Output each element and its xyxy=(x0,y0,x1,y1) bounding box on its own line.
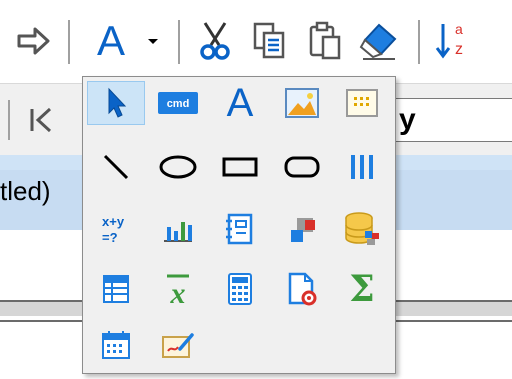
paste-button[interactable] xyxy=(300,16,350,66)
palette-item-shape[interactable] xyxy=(273,207,331,251)
rectangle-icon xyxy=(222,157,258,177)
signature-icon xyxy=(162,333,194,358)
palette-item-statistics[interactable]: x xyxy=(149,267,207,311)
toolbar: A a z xyxy=(0,0,512,78)
svg-text:=?: =? xyxy=(102,230,118,245)
paste-icon xyxy=(309,21,341,60)
palette-item-subreport[interactable] xyxy=(211,207,269,251)
toolbar-separator xyxy=(418,20,420,64)
table-icon xyxy=(103,275,129,303)
toolbar-separator xyxy=(178,20,180,64)
palette-item-rounded-rectangle[interactable] xyxy=(273,145,331,189)
palette-item-calendar[interactable] xyxy=(87,323,145,367)
barcode-icon xyxy=(351,155,373,179)
document-title: tled) xyxy=(0,176,51,206)
redo-arrow-icon xyxy=(17,27,50,55)
palette-item-summary[interactable]: Σ xyxy=(333,267,391,311)
palette-item-pointer[interactable] xyxy=(87,81,145,125)
palette-item-signature[interactable] xyxy=(149,323,207,367)
text-style-dropdown-button[interactable] xyxy=(138,16,168,66)
toolbar-separator xyxy=(8,100,10,140)
palette-item-database[interactable] xyxy=(333,207,391,251)
palette-item-grid-box[interactable] xyxy=(333,81,391,125)
copy-icon xyxy=(253,22,285,59)
palette-item-rectangle[interactable] xyxy=(211,145,269,189)
letter-a-icon: A xyxy=(96,17,125,64)
erase-button[interactable] xyxy=(354,16,404,66)
cmd-button-icon: cmd xyxy=(158,92,198,114)
palette-item-barcode[interactable] xyxy=(333,145,391,189)
first-record-button[interactable] xyxy=(18,98,64,142)
palette-item-ellipse[interactable] xyxy=(149,145,207,189)
palette-item-image[interactable] xyxy=(273,81,331,125)
palette-item-text-label[interactable]: A xyxy=(211,81,269,125)
formula-icon: x+y =? xyxy=(102,214,125,245)
svg-text:z: z xyxy=(455,41,463,58)
palette-item-line[interactable] xyxy=(87,145,145,189)
bar-chart-icon xyxy=(164,222,192,242)
image-icon xyxy=(285,88,319,118)
copy-button[interactable] xyxy=(244,16,294,66)
palette-item-calculator[interactable] xyxy=(211,267,269,311)
page-gear-icon xyxy=(288,272,317,306)
svg-text:cmd: cmd xyxy=(167,98,190,110)
letter-a-icon: A xyxy=(226,81,254,125)
svg-text:x: x xyxy=(170,277,186,307)
sort-az-icon: a z xyxy=(435,21,463,59)
database-icon xyxy=(345,212,379,245)
ellipse-icon xyxy=(159,155,197,179)
redo-button[interactable] xyxy=(6,16,60,66)
palette-item-table[interactable] xyxy=(87,267,145,311)
toolbar-separator xyxy=(68,20,70,64)
mean-x-icon: x xyxy=(167,274,189,307)
cut-button[interactable] xyxy=(190,16,240,66)
calendar-icon xyxy=(102,331,130,359)
record-combobox[interactable]: y xyxy=(392,98,512,142)
combobox-value: y xyxy=(399,103,416,136)
palette-item-formula[interactable]: x+y =? xyxy=(87,207,145,251)
line-icon xyxy=(103,154,129,180)
sort-button[interactable]: a z xyxy=(428,16,476,66)
cursor-arrow-icon xyxy=(108,87,127,118)
rounded-rectangle-icon xyxy=(284,156,320,178)
text-style-button[interactable]: A xyxy=(86,16,136,66)
palette-item-command-button[interactable]: cmd xyxy=(149,81,207,125)
svg-text:x+y: x+y xyxy=(102,214,125,229)
shapes-icon xyxy=(291,218,315,242)
sigma-icon: Σ xyxy=(349,268,375,310)
eraser-icon xyxy=(359,23,397,60)
palette-item-page-settings[interactable] xyxy=(273,267,331,311)
first-record-icon xyxy=(30,107,52,133)
control-palette-popup: cmd A x+y =? x Σ xyxy=(82,76,396,374)
palette-item-chart[interactable] xyxy=(149,207,207,251)
app-window: A a z y tled) cmd A x+y =? x Σ xyxy=(0,0,512,379)
grid-box-icon xyxy=(346,89,378,117)
svg-text:a: a xyxy=(455,21,463,37)
calculator-icon xyxy=(228,273,252,305)
chevron-down-icon xyxy=(148,39,158,44)
scissors-icon xyxy=(200,22,230,60)
subreport-icon xyxy=(226,213,253,245)
